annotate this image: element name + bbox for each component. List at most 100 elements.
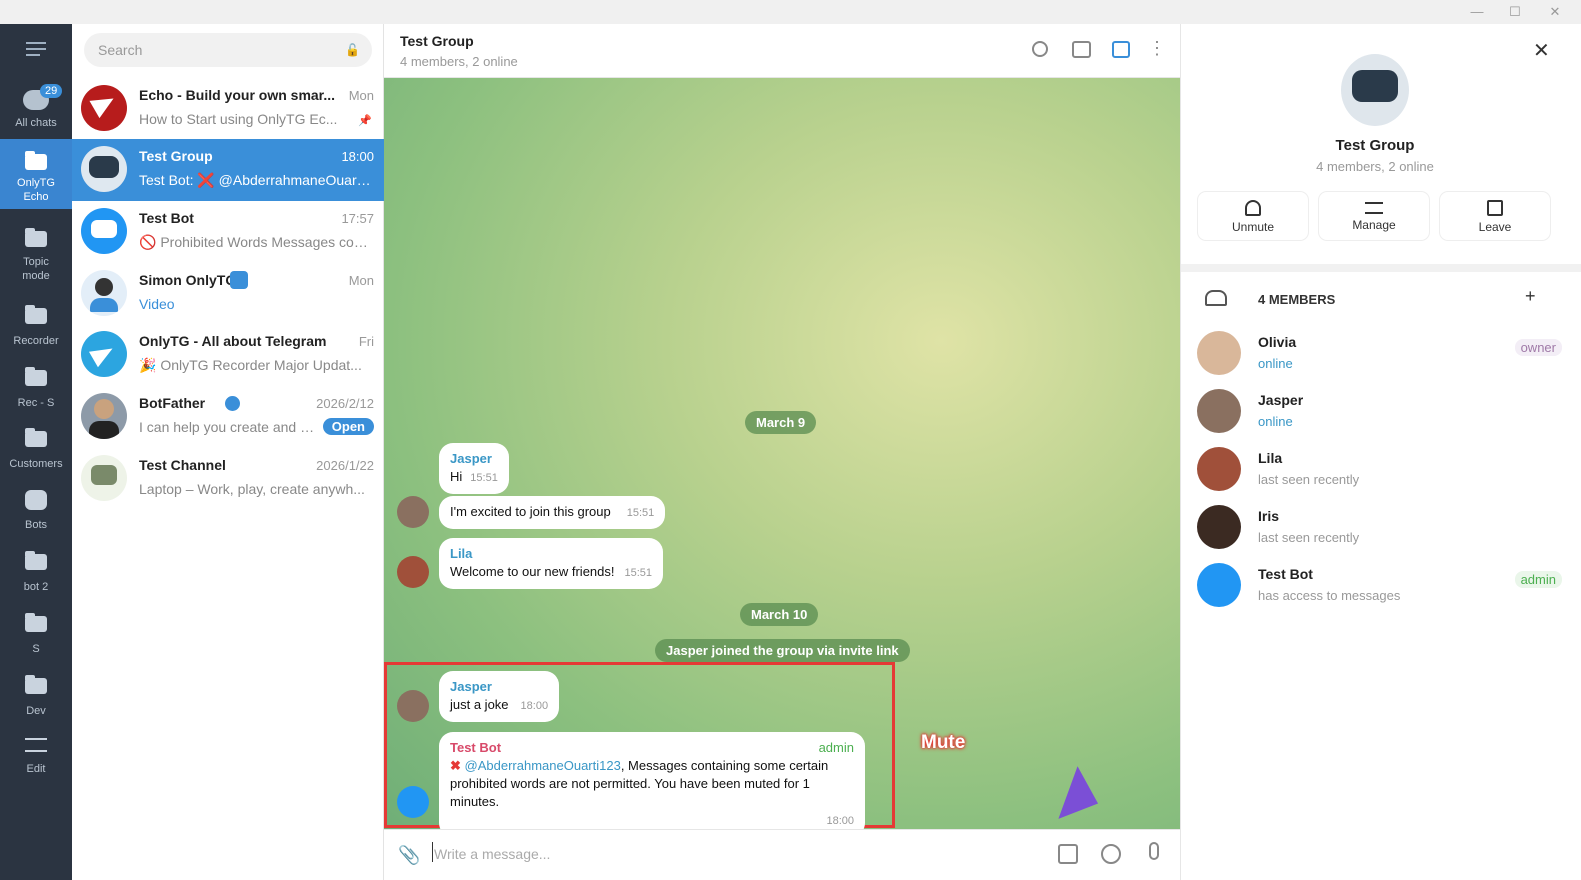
bot-avatar[interactable] <box>397 786 429 818</box>
chat-item-test-group[interactable]: Test Group 18:00 Test Bot: ❌ @Abderrahma… <box>72 139 384 201</box>
search-input[interactable]: Search 🔓 <box>84 33 372 67</box>
conversation-title[interactable]: Test Group <box>400 33 474 49</box>
minimize-button[interactable]: — <box>1462 2 1492 22</box>
rail-item-bots[interactable]: Bots <box>0 490 72 552</box>
leave-button[interactable]: Leave <box>1440 192 1550 240</box>
rail-label: All chats <box>15 117 57 129</box>
cross-icon: ✖ <box>450 758 461 773</box>
conversation-header: Test Group 4 members, 2 online ⋮ <box>384 24 1180 78</box>
rail-item-onlytg-echo[interactable]: OnlyTG Echo <box>0 139 72 209</box>
member-avatar <box>1197 389 1241 433</box>
commands-icon[interactable] <box>1058 844 1078 864</box>
group-subtitle: 4 members, 2 online <box>1316 159 1434 174</box>
chat-item-test-channel[interactable]: Test Channel 2026/1/22 Laptop – Work, pl… <box>72 448 384 510</box>
composer: 📎 Write a message... <box>384 829 1180 880</box>
attach-icon[interactable]: 📎 <box>398 845 420 866</box>
pin-icon: 📌 <box>358 115 372 127</box>
sender-name[interactable]: Jasper <box>450 678 548 696</box>
rail-item-customers[interactable]: Customers <box>0 428 72 493</box>
unmute-button[interactable]: Unmute <box>1198 192 1308 240</box>
sender-name[interactable]: Lila <box>450 545 652 563</box>
mention-link[interactable]: @AbderrahmaneOuarti123 <box>465 758 621 773</box>
chat-item-onlytg[interactable]: OnlyTG - All about Telegram Fri 🎉 OnlyTG… <box>72 324 384 386</box>
message-bubble[interactable]: Test Bot admin ✖ @AbderrahmaneOuarti123, … <box>439 732 865 837</box>
member-row[interactable]: Olivia online owner <box>1181 326 1581 384</box>
message-input[interactable]: Write a message... <box>434 846 550 862</box>
sidebar-toggle-icon[interactable] <box>1112 41 1130 58</box>
folder-icon <box>25 551 47 570</box>
rail-item-rec-s[interactable]: Rec - S <box>0 367 72 432</box>
date-separator: March 9 <box>745 411 817 434</box>
message-bubble[interactable]: Jasper just a joke 18:00 <box>439 671 560 722</box>
member-name: Test Bot <box>1258 566 1313 582</box>
conversation-subtitle: 4 members, 2 online <box>400 54 518 69</box>
message-time: 15:51 <box>470 472 498 484</box>
member-name: Iris <box>1258 508 1280 524</box>
user-avatar-jasper[interactable] <box>397 496 429 528</box>
folder-icon <box>25 675 47 694</box>
member-status: has access to messages <box>1258 588 1401 603</box>
rail-item-recorder[interactable]: Recorder <box>0 305 72 370</box>
robot-avatar <box>81 208 127 254</box>
member-row[interactable]: Jasper online <box>1181 384 1581 442</box>
rail-label: Customers <box>9 458 63 470</box>
rail-item-bot-2[interactable]: bot 2 <box>0 551 72 616</box>
chat-time: 2026/1/22 <box>316 458 374 473</box>
member-row[interactable]: Test Bot has access to messages admin <box>1181 558 1581 616</box>
more-icon[interactable]: ⋮ <box>1148 38 1166 58</box>
rail-label: Topic mode <box>22 256 50 282</box>
sender-name[interactable]: Test Bot <box>450 740 501 755</box>
avatar <box>81 270 127 316</box>
chat-time: Fri <box>358 334 374 349</box>
maximize-button[interactable]: ☐ <box>1500 2 1530 22</box>
add-member-icon[interactable]: + <box>1525 286 1536 307</box>
rail-label: Rec - S <box>17 397 55 409</box>
robot-icon <box>25 490 47 510</box>
rail-item-edit[interactable]: Edit <box>0 738 72 800</box>
topics-icon[interactable] <box>1072 41 1091 58</box>
verified-telegram-icon <box>230 271 248 289</box>
rail-item-all-chats[interactable]: 29 All chats <box>0 84 72 146</box>
folder-icon <box>25 428 47 447</box>
group-avatar[interactable] <box>1341 54 1409 126</box>
group-info-panel: ✕ Test Group 4 members, 2 online Unmute … <box>1180 24 1581 880</box>
message-bubble[interactable]: Jasper Hi 15:51 <box>439 443 509 494</box>
chat-preview: I can help you create and ma... <box>139 419 319 435</box>
search-icon[interactable] <box>1032 41 1048 57</box>
role-badge: admin <box>1514 571 1562 588</box>
message-bubble[interactable]: Lila Welcome to our new friends! 15:51 <box>439 538 664 589</box>
user-avatar-jasper[interactable] <box>397 690 429 722</box>
members-header: 4 MEMBERS <box>1258 292 1336 307</box>
member-status: last seen recently <box>1258 530 1360 545</box>
send-icon <box>89 89 119 119</box>
member-avatar <box>1197 447 1241 491</box>
emoji-icon[interactable] <box>1101 844 1121 864</box>
folder-icon <box>25 367 47 386</box>
member-avatar <box>1197 563 1241 607</box>
user-avatar-lila[interactable] <box>397 556 429 588</box>
rail-label: Edit <box>26 763 46 775</box>
close-icon[interactable]: ✕ <box>1533 38 1550 63</box>
chat-preview: Laptop – Work, play, create anywh... <box>139 481 365 497</box>
chat-item-simon[interactable]: Simon OnlyTG Mon Video <box>72 263 384 325</box>
lock-icon[interactable]: 🔓 <box>345 33 360 67</box>
rail-item-topic-mode[interactable]: Topic mode <box>0 228 72 293</box>
menu-icon[interactable] <box>26 42 46 56</box>
rail-item-dev[interactable]: Dev <box>0 675 72 740</box>
member-row[interactable]: Lila last seen recently <box>1181 442 1581 500</box>
chat-item-test-bot[interactable]: Test Bot 17:57 🚫 Prohibited Words Messag… <box>72 201 384 263</box>
chat-preview: Video <box>139 296 175 312</box>
open-button[interactable]: Open <box>322 418 374 435</box>
window-close-button[interactable]: ✕ <box>1540 2 1570 22</box>
manage-button[interactable]: Manage <box>1319 192 1429 240</box>
chat-list: Search 🔓 Echo - Build your own smar... M… <box>72 24 384 880</box>
sender-name[interactable]: Jasper <box>450 450 498 468</box>
chat-item-botfather[interactable]: BotFather 2026/2/12 I can help you creat… <box>72 386 384 448</box>
chat-item-echo[interactable]: Echo - Build your own smar... Mon How to… <box>72 78 384 140</box>
message-area[interactable]: March 9 Jasper Hi 15:51 I'm excited to jo… <box>384 78 1180 837</box>
microphone-icon[interactable] <box>1149 842 1159 860</box>
member-row[interactable]: Iris last seen recently <box>1181 500 1581 558</box>
message-time: 18:00 <box>826 815 854 827</box>
rail-item-s[interactable]: S <box>0 613 72 678</box>
message-bubble[interactable]: I'm excited to join this group 15:51 <box>439 496 666 529</box>
